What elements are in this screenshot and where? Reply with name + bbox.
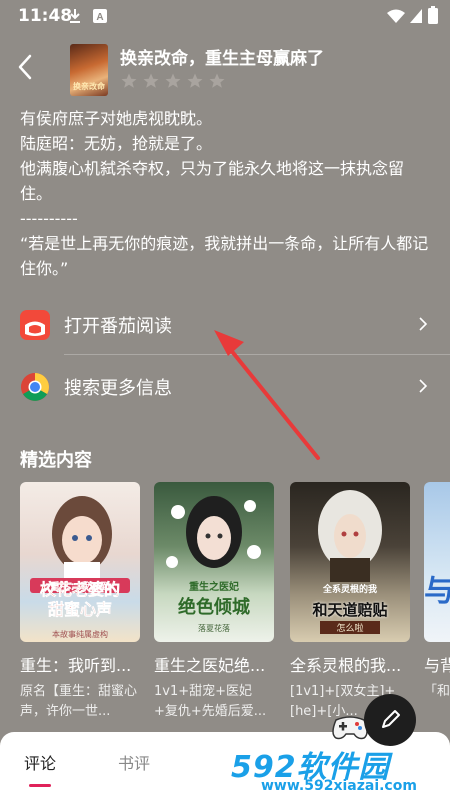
book-card-cover-author: 怎么啦 xyxy=(320,621,380,634)
book-card-cover-line: 甜蜜心声 xyxy=(47,600,113,620)
featured-section-title: 精选内容 xyxy=(20,450,92,471)
book-card-title: 重生之医妃绝... xyxy=(154,656,266,675)
book-card-cover: 重生：我听到 校花老婆的 甜蜜心声 本故事纯属虚构 xyxy=(20,482,140,642)
book-card-cover-title: 重生之医妃 绝色倾城 xyxy=(158,575,270,618)
book-card-cover-line: 校花老婆的 xyxy=(39,580,121,600)
svg-text:A: A xyxy=(96,12,103,23)
description-line: 陆庭昭：无妨，抢就是了。 xyxy=(20,134,213,153)
cover-illustration xyxy=(318,490,382,582)
book-card-cover-author: 落夏花落 xyxy=(198,624,230,633)
book-card-title: 重生：我听到... xyxy=(20,656,132,675)
book-description: 有侯府庶子对她虎视眈眈。 陆庭昭：无妨，抢就是了。 他满腹心机弑杀夺权，只为了能… xyxy=(20,106,432,281)
book-card-cover-title: 与 xyxy=(424,577,450,607)
search-more-label: 搜索更多信息 xyxy=(64,378,172,399)
star-icon[interactable] xyxy=(120,72,138,90)
book-card-cover-title: 全系灵根的我 和天道赔贴 xyxy=(294,577,406,620)
open-fanqie-label: 打开番茄阅读 xyxy=(64,316,172,337)
write-comment-button[interactable] xyxy=(364,694,416,746)
fanqie-app-icon xyxy=(20,310,50,340)
book-card[interactable]: 重生：我听到 校花老婆的 甜蜜心声 本故事纯属虚构 重生：我听到... 原名【重… xyxy=(20,482,140,722)
book-card-cover: 与 xyxy=(424,482,450,642)
description-line: 有侯府庶子对她虎视眈眈。 xyxy=(20,109,213,128)
book-card-cover: 全系灵根的我 和天道赔贴 怎么啦 xyxy=(290,482,410,642)
tab-reviews[interactable]: 书评 xyxy=(118,750,150,774)
star-icon[interactable] xyxy=(186,72,204,90)
back-arrow-icon xyxy=(18,54,32,80)
book-cover-thumbnail[interactable]: 换亲改命 xyxy=(70,44,108,96)
book-card[interactable]: 与 与背 「和笔友 xyxy=(424,482,450,722)
book-card-cover-line: 绝色倾城 xyxy=(178,597,250,618)
chevron-right-icon xyxy=(419,317,428,331)
description-quote: “若是世上再无你的痕迹，我就拼出一条命，让所有人都记住你。” xyxy=(20,234,429,278)
font-a-icon: A xyxy=(93,9,107,23)
watermark-logo: 592软件园 www.592xiazai.com xyxy=(225,742,450,800)
pencil-icon xyxy=(382,710,400,728)
signal-icon xyxy=(410,9,422,23)
battery-icon xyxy=(428,6,438,24)
download-icon xyxy=(70,9,80,23)
description-separator: ---------- xyxy=(20,209,78,228)
status-time: 11:48 xyxy=(18,6,73,26)
book-card-title: 全系灵根的我... xyxy=(290,656,402,675)
chevron-right-icon xyxy=(419,379,428,393)
annotation-arrow-icon xyxy=(214,330,320,460)
book-card-cover-line: 全系灵根的我 xyxy=(322,585,377,595)
watermark-url: www.592xiazai.com xyxy=(261,778,417,794)
book-title: 换亲改命，重生主母赢麻了 xyxy=(120,49,324,69)
star-icon[interactable] xyxy=(208,72,226,90)
book-card-cover-line: 与 xyxy=(424,574,450,609)
cover-illustration xyxy=(52,496,112,582)
book-card-intro: 原名【重生：甜蜜心声，许你一世... xyxy=(20,684,138,719)
book-card-cover-line: 重生之医妃 xyxy=(189,582,239,593)
book-card[interactable]: 重生之医妃 绝色倾城 落夏花落 重生之医妃绝... 1v1+甜宠+医妃+复仇+先… xyxy=(154,482,274,722)
book-card-intro: 「和笔友 xyxy=(424,684,450,699)
book-cover-text: 换亲改命 xyxy=(73,82,105,91)
tab-comments[interactable]: 评论 xyxy=(24,750,56,774)
description-line: 他满腹心机弑杀夺权，只为了能永久地将这一抹执念留住。 xyxy=(20,159,405,203)
book-card-cover-title: 校花老婆的 甜蜜心声 xyxy=(24,580,136,620)
book-card-cover-author: 本故事纯属虚构 xyxy=(52,630,108,639)
star-icon[interactable] xyxy=(164,72,182,90)
book-card-intro: 1v1+甜宠+医妃+复仇+先婚后爱... xyxy=(154,684,267,719)
book-card-cover-line: 和天道赔贴 xyxy=(312,601,388,619)
back-button[interactable] xyxy=(12,50,40,84)
book-header: 换亲改命 换亲改命，重生主母赢麻了 xyxy=(0,32,450,102)
active-tab-indicator xyxy=(29,784,51,787)
book-card[interactable]: 全系灵根的我 和天道赔贴 怎么啦 全系灵根的我... [1v1]+[双女主]+[… xyxy=(290,482,410,722)
star-icon[interactable] xyxy=(142,72,160,90)
wifi-icon xyxy=(387,9,405,23)
book-card-cover: 重生之医妃 绝色倾城 落夏花落 xyxy=(154,482,274,642)
status-bar: 11:48 A xyxy=(0,0,450,32)
book-card-title: 与背 xyxy=(424,656,450,675)
rating-stars[interactable] xyxy=(120,72,226,90)
chrome-icon xyxy=(21,373,49,401)
